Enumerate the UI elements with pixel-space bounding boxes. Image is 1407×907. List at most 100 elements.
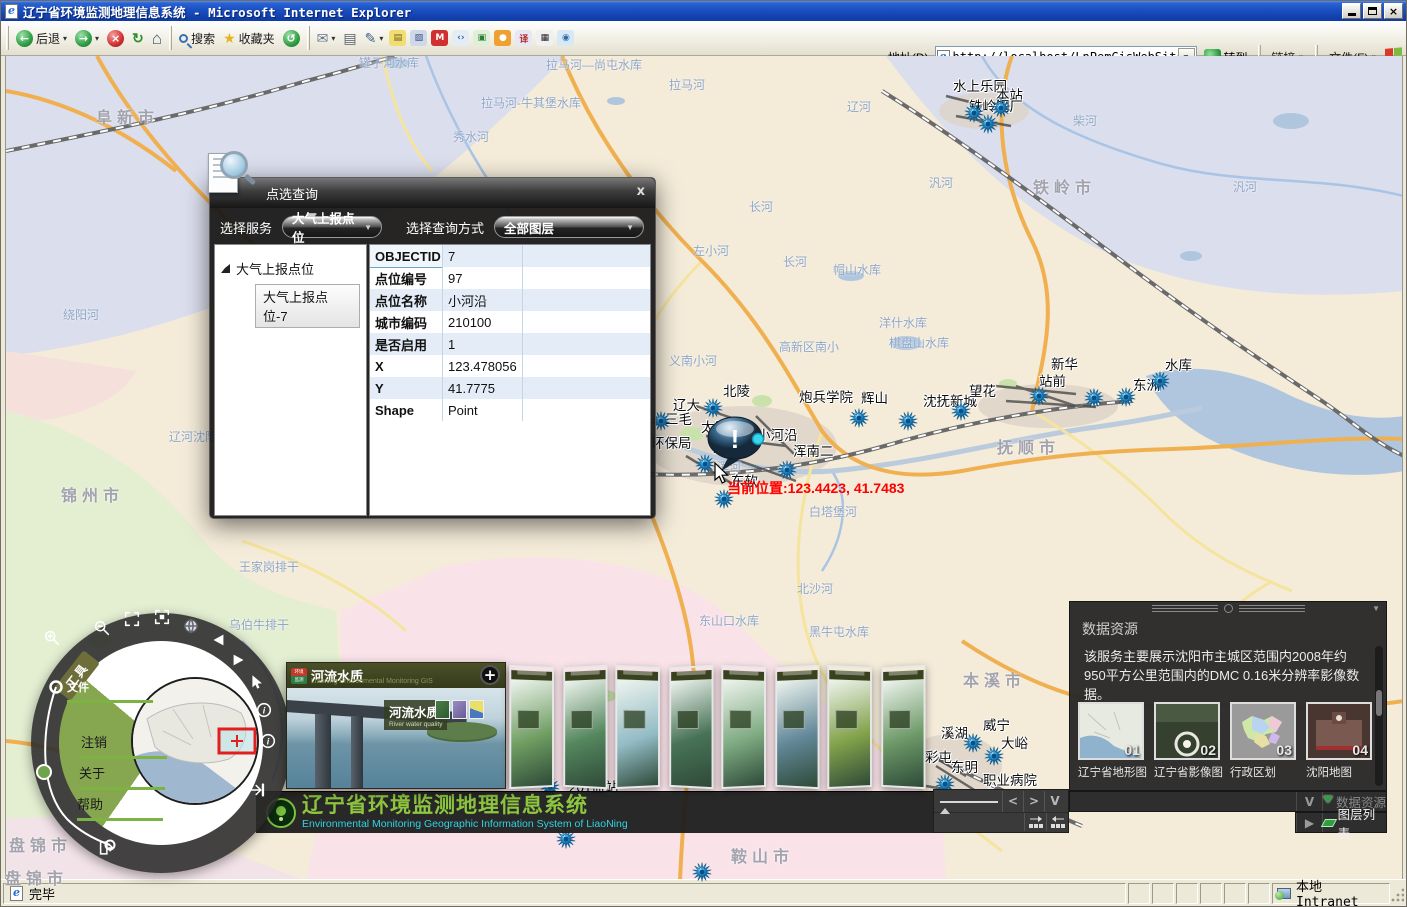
messenger-icon[interactable]: M [431,30,448,46]
resource-thumbnail[interactable]: 03 [1230,702,1296,760]
resource-item-terrain[interactable]: 01 辽宁省地形图 [1078,702,1146,780]
page-forward-icon[interactable] [1024,813,1046,831]
service-card[interactable] [669,665,713,789]
pan-forward-icon[interactable] [230,651,248,669]
tree-node-child[interactable]: 大气上报点位-7 [255,284,360,328]
service-select-value: 大气上报点位 [292,208,356,246]
code-icon[interactable]: ‹› [452,30,469,46]
close-button[interactable]: × [1384,3,1403,19]
sticky-note-icon[interactable]: ▤ [389,30,406,46]
back-dropdown-icon[interactable]: ▾ [63,34,67,43]
select-cursor-icon[interactable] [247,673,265,691]
attribute-row[interactable]: OBJECTID7 [370,245,650,267]
search-button[interactable]: 搜索 [175,28,219,49]
favorites-button[interactable]: ★ 收藏夹 [219,28,279,49]
carousel-control-panel: < > V [933,789,1069,833]
identify-icon[interactable]: i [255,701,273,719]
resize-grip[interactable] [1390,883,1404,904]
attribute-row[interactable]: 点位名称小河沿 [370,289,650,311]
forward-dropdown-icon[interactable]: ▾ [95,34,99,43]
service-card[interactable] [563,665,607,789]
slider-handle[interactable] [37,765,51,779]
carousel-prev-button[interactable]: < [1002,791,1023,812]
edit-dropdown-icon[interactable]: ▾ [379,34,383,43]
resource-label: 行政区划 [1230,764,1298,780]
media-icon[interactable]: ▣ [473,30,490,46]
mail-button[interactable]: ✉▾ [313,29,340,47]
panel-collapse-icon[interactable]: ▼ [1372,604,1380,613]
translate-icon[interactable]: 译 [515,30,532,46]
service-card[interactable] [881,665,925,789]
resource-item-imagery[interactable]: 02辽宁省影像图 [1154,702,1222,780]
minimize-button[interactable] [1342,3,1361,19]
panel-scrollbar[interactable] [1375,646,1383,786]
resources-collapse-button[interactable]: V [1296,792,1322,811]
zoom-out-icon[interactable] [93,619,111,637]
attribute-row[interactable]: ShapePoint [370,399,650,421]
forward-button[interactable]: → ▾ [71,28,103,49]
back-button[interactable]: ← 后退 ▾ [12,28,71,49]
service-card-river-quality[interactable]: 环境监测 河流水质 Liaoning Environmental Monitor… [286,662,506,789]
fetion-icon[interactable]: ● [494,30,511,46]
resource-item-photo[interactable]: 04沈阳地图 [1306,702,1374,780]
full-extent-icon[interactable] [153,608,171,626]
service-card[interactable] [827,665,872,789]
service-card[interactable] [509,665,554,789]
pan-back-icon[interactable] [209,631,227,649]
back-label: 后退 [36,30,60,47]
attribute-name: X [370,359,442,374]
refresh-button[interactable]: ↻ [128,29,148,47]
emblem-icon: 环境监测 [291,668,307,684]
service-select[interactable]: 大气上报点位 ▼ [282,216,382,238]
browser-toolbar: ← 后退 ▾ → ▾ × ↻ ⌂ 搜索 ★ 收藏夹 ↺ ✉▾ ▤ ✎▾ ▤▨M‹… [1,21,1406,56]
carousel-collapse-button[interactable]: V [1044,791,1065,812]
history-button[interactable]: ↺ [279,28,304,49]
tree-expand-icon[interactable] [221,264,230,273]
zoom-slider[interactable] [19,669,129,869]
qr-icon[interactable]: ▦ [536,30,553,46]
query-mode-label: 选择查询方式 [406,218,484,237]
resource-label: 辽宁省地形图 [1078,764,1146,780]
tree-node-parent[interactable]: 大气上报点位 [221,259,360,278]
next-view-icon[interactable] [249,781,267,799]
mail-dropdown-icon[interactable]: ▾ [331,34,335,43]
carousel-next-button[interactable]: > [1023,791,1044,812]
query-mode-select[interactable]: 全部图层 ▼ [494,216,644,238]
resource-item-admin[interactable]: 03 行政区划 [1230,702,1298,780]
navigation-wheel[interactable]: 工具 文件注销关于帮助 ii [31,613,291,873]
service-card-carousel[interactable] [509,664,939,790]
zoom-in-icon[interactable] [43,629,61,647]
stop-button[interactable]: × [103,28,128,49]
maximize-button[interactable] [1363,3,1382,19]
layer-list-button[interactable]: 图层列表 [1322,813,1386,832]
service-card[interactable] [721,665,766,789]
info-icon[interactable]: i [259,732,277,750]
attribute-row[interactable]: Y41.7775 [370,377,650,399]
title-bar[interactable]: 辽宁省环境监测地理信息系统 - Microsoft Internet Explo… [1,1,1406,21]
edit-button[interactable]: ✎▾ [361,29,388,47]
print-button[interactable]: ▤ [339,29,360,47]
panel-grip[interactable]: ▼ [1070,602,1386,615]
home-button[interactable]: ⌂ [148,28,166,49]
carousel-slider[interactable] [934,790,1002,812]
attribute-row[interactable]: X123.478056 [370,355,650,377]
dialog-close-icon[interactable]: x [637,184,645,199]
service-card[interactable] [615,665,660,789]
layers-expand-button[interactable]: ▶ [1296,813,1322,832]
research-icon[interactable]: ▨ [410,30,427,46]
dialog-title-bar[interactable]: 点选查询 x [210,178,655,208]
add-service-button[interactable]: + [480,665,500,685]
resource-thumbnail[interactable]: 01 [1078,702,1144,760]
attribute-row[interactable]: 是否启用1 [370,333,650,355]
globe-icon[interactable] [182,617,200,635]
tree-parent-label: 大气上报点位 [236,259,314,278]
attribute-row[interactable]: 点位编号97 [370,267,650,289]
resource-thumbnail[interactable]: 02 [1154,702,1220,760]
attribute-row[interactable]: 城市编码210100 [370,311,650,333]
fit-extent-icon[interactable] [123,610,141,628]
service-card[interactable] [775,665,819,789]
resource-thumbnail[interactable]: 04 [1306,702,1372,760]
page-back-icon[interactable] [1046,813,1068,831]
attribute-value: 1 [442,333,522,355]
web-tool-icon[interactable]: ◉ [557,30,574,46]
